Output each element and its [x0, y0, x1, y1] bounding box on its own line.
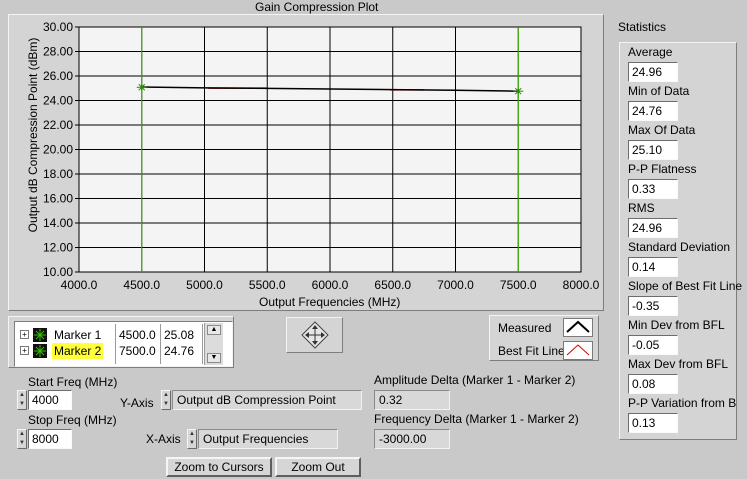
expand-icon[interactable]: + — [20, 330, 29, 339]
x-tick-label: 7500.0 — [500, 278, 537, 292]
marker-row[interactable]: + Marker 1 4500.0 25.08 — [15, 327, 203, 343]
plot-legend: Measured Best Fit Line — [489, 315, 599, 361]
stop-freq-label: Stop Freq (MHz) — [28, 413, 117, 427]
stat-value: 0.13 — [628, 413, 678, 433]
legend-swatch-bestfit[interactable] — [563, 341, 593, 360]
legend-label-bestfit: Best Fit Line — [498, 344, 565, 358]
marker-list-scrollbar[interactable]: ▲ ▼ — [204, 323, 223, 365]
y-axis-select-label: Y-Axis — [120, 396, 154, 410]
x-tick-label: 7000.0 — [437, 278, 474, 292]
stat-label: Min of Data — [628, 84, 690, 98]
scroll-down-icon[interactable]: ▼ — [207, 353, 221, 363]
y-tick-label: 30.00 — [43, 20, 73, 34]
marker-list[interactable]: ▲ ▼ + Marker 1 4500.0 25.08 + Marker 2 7500.0 2… — [14, 321, 233, 367]
cursor-icon — [33, 328, 47, 342]
scroll-up-icon[interactable]: ▲ — [207, 325, 221, 335]
y-tick-label: 28.00 — [43, 45, 73, 59]
y-tick-label: 26.00 — [43, 69, 73, 83]
cursor-icon — [33, 344, 47, 358]
amplitude-delta-label: Amplitude Delta (Marker 1 - Marker 2) — [374, 373, 576, 387]
stat-value: 0.14 — [628, 257, 678, 277]
stat-label: Slope of Best Fit Line — [628, 279, 743, 293]
marker-x: 7500.0 — [119, 344, 156, 358]
x-tick-label: 6500.0 — [374, 278, 411, 292]
y-tick-label: 18.00 — [43, 167, 73, 181]
gain-compression-plot[interactable]: 4000.0 4500.0 5000.0 5500.0 6000.0 6500.0 7000… — [0, 0, 610, 310]
legend-label-measured: Measured — [498, 321, 552, 335]
expand-icon[interactable]: + — [20, 346, 29, 355]
frequency-delta-value: -3000.00 — [374, 429, 450, 449]
stat-value: -0.05 — [628, 335, 678, 355]
marker-y: 24.76 — [164, 344, 195, 358]
stat-label: Standard Deviation — [628, 240, 731, 254]
y-tick-label: 12.00 — [43, 241, 73, 255]
stat-value: 24.96 — [628, 62, 678, 82]
x-tick-label: 5000.0 — [186, 278, 223, 292]
x-axis-select-label: X-Axis — [146, 432, 181, 446]
stat-label: Max Of Data — [628, 123, 696, 137]
graph-palette-button[interactable] — [286, 317, 343, 353]
stop-freq-input[interactable]: 8000 — [28, 429, 72, 449]
start-freq-input[interactable]: 4000 — [28, 390, 72, 410]
marker-name: Marker 2 — [52, 343, 104, 359]
y-axis-select[interactable]: Output dB Compression Point — [172, 390, 362, 410]
frequency-delta-label: Frequency Delta (Marker 1 - Marker 2) — [374, 412, 579, 426]
stat-value: 25.10 — [628, 140, 678, 160]
x-axis-ring-stepper[interactable]: ▲ ▼ — [187, 429, 197, 449]
y-tick-label: 10.00 — [43, 265, 73, 279]
x-tick-label: 8000.0 — [563, 278, 600, 292]
zoom-out-button[interactable]: Zoom Out — [275, 457, 361, 477]
x-axis-select[interactable]: Output Frequencies — [198, 429, 338, 449]
y-axis-ring-stepper[interactable]: ▲ ▼ — [161, 390, 171, 410]
stat-value: 24.96 — [628, 218, 678, 238]
y-tick-label: 16.00 — [43, 192, 73, 206]
x-axis-title: Output Frequencies (MHz) — [259, 295, 401, 309]
y-tick-label: 20.00 — [43, 143, 73, 157]
stat-label: Min Dev from BFL — [628, 318, 725, 332]
stat-value: -0.35 — [628, 296, 678, 316]
stat-label: P-P Flatness — [628, 162, 697, 176]
stat-label: Average — [628, 45, 673, 59]
stat-label: Max Dev from BFL — [628, 357, 729, 371]
stat-value: 0.08 — [628, 374, 678, 394]
marker-row[interactable]: + Marker 2 7500.0 24.76 — [15, 343, 203, 359]
legend-swatch-measured[interactable] — [563, 318, 593, 337]
x-tick-label: 4000.0 — [61, 278, 98, 292]
statistics-panel: Average 24.96 Min of Data 24.76 Max Of Data 2… — [619, 42, 742, 440]
x-tick-label: 5500.0 — [249, 278, 286, 292]
amplitude-delta-value: 0.32 — [374, 390, 450, 410]
x-tick-label: 6000.0 — [312, 278, 349, 292]
stop-freq-stepper[interactable]: ▲ ▼ — [17, 429, 27, 449]
y-tick-label: 24.00 — [43, 94, 73, 108]
start-freq-label: Start Freq (MHz) — [28, 375, 118, 389]
start-freq-stepper[interactable]: ▲ ▼ — [17, 390, 27, 410]
stat-value: 0.33 — [628, 179, 678, 199]
stat-label: P-P Variation from B — [628, 396, 737, 410]
zoom-to-cursors-button[interactable]: Zoom to Cursors — [166, 457, 272, 477]
y-tick-label: 22.00 — [43, 118, 73, 132]
marker-x: 4500.0 — [119, 328, 156, 342]
marker-y: 25.08 — [164, 328, 195, 342]
stat-label: RMS — [628, 201, 655, 215]
pan-tool-icon — [301, 321, 329, 349]
y-tick-label: 14.00 — [43, 216, 73, 230]
stat-value: 24.76 — [628, 101, 678, 121]
statistics-title: Statistics — [618, 20, 667, 34]
x-tick-label: 4500.0 — [123, 278, 160, 292]
marker-name: Marker 1 — [54, 328, 102, 342]
